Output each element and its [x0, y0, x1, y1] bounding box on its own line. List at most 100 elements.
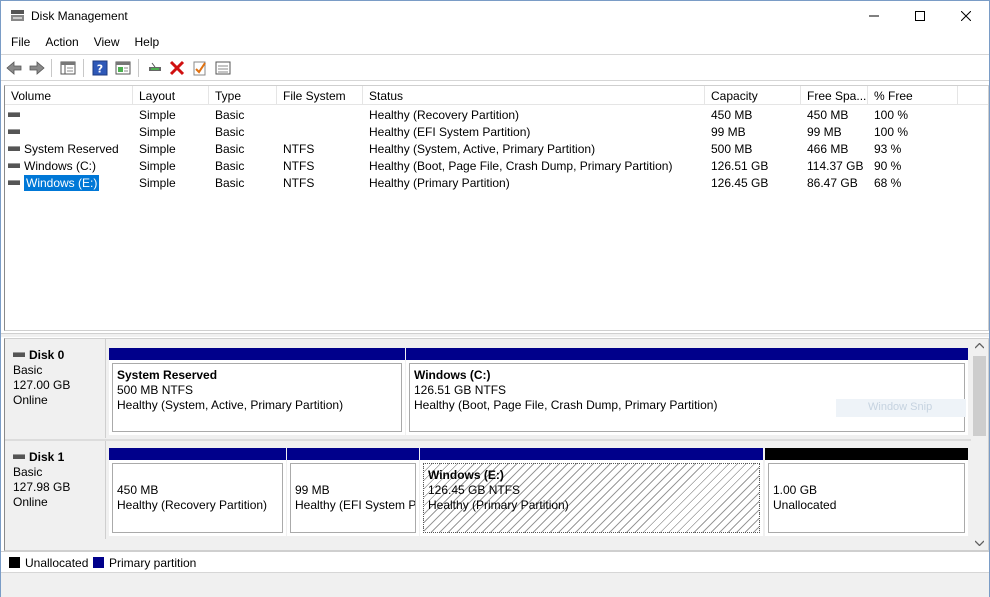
- toolbar-separator: [83, 59, 84, 77]
- partition-status: Healthy (System, Active, Primary Partiti…: [117, 398, 344, 412]
- properties-button[interactable]: [114, 59, 132, 77]
- column-header-volume[interactable]: Volume: [5, 86, 133, 105]
- partition-windows-c[interactable]: Windows (C:) 126.51 GB NTFS Healthy (Boo…: [406, 348, 968, 435]
- menu-file[interactable]: File: [1, 32, 37, 54]
- file-system-cell: NTFS: [283, 159, 315, 173]
- table-row[interactable]: Windows (C:) Simple Basic NTFS Healthy (…: [5, 157, 988, 174]
- back-arrow-icon: [6, 61, 22, 75]
- help-button[interactable]: ?: [91, 59, 109, 77]
- capacity-cell: 500 MB: [711, 142, 753, 156]
- volume-list: Volume Layout Type File System Status Ca…: [4, 85, 989, 331]
- primary-partition-legend-swatch: [93, 557, 104, 568]
- type-cell: Basic: [215, 125, 245, 139]
- disk-0-label[interactable]: Disk 0 Basic 127.00 GB Online: [5, 339, 106, 438]
- partition-size: 126.51 GB NTFS: [414, 383, 507, 397]
- capacity-cell: 450 MB: [711, 108, 753, 122]
- status-cell: Healthy (System, Active, Primary Partiti…: [369, 142, 596, 156]
- file-system-cell: [283, 106, 363, 123]
- scroll-down-icon[interactable]: [975, 540, 984, 546]
- type-cell: Basic: [215, 142, 245, 156]
- layout-cell: Simple: [139, 125, 176, 139]
- column-header-percent-free[interactable]: % Free: [868, 86, 958, 105]
- layout-cell: Simple: [139, 176, 176, 190]
- file-system-cell: NTFS: [283, 176, 315, 190]
- partition-system-reserved[interactable]: System Reserved 500 MB NTFS Healthy (Sys…: [109, 348, 405, 435]
- partition-size: 500 MB NTFS: [117, 383, 194, 397]
- disk-state: Online: [13, 393, 48, 407]
- minimize-button[interactable]: [851, 1, 897, 31]
- disk-graphical-view: Disk 0 Basic 127.00 GB Online System Res…: [4, 338, 989, 551]
- partition-size: 1.00 GB: [773, 483, 818, 497]
- show-hide-console-tree-button[interactable]: [59, 59, 77, 77]
- connect-button[interactable]: [146, 59, 164, 77]
- window-title: Disk Management: [31, 9, 128, 23]
- menu-bar: File Action View Help: [1, 32, 989, 54]
- toolbar-separator: [138, 59, 139, 77]
- free-space-cell: 466 MB: [807, 142, 849, 156]
- table-row[interactable]: Simple Basic Healthy (EFI System Partiti…: [5, 123, 988, 140]
- partition-size: 450 MB: [117, 483, 159, 497]
- svg-text:?: ?: [97, 63, 103, 76]
- disk-icon: [13, 352, 25, 358]
- column-header-free-space[interactable]: Free Spa...: [801, 86, 868, 105]
- table-row[interactable]: Simple Basic Healthy (Recovery Partition…: [5, 106, 988, 123]
- partition-efi-system[interactable]: 99 MB Healthy (EFI System Pa: [287, 448, 419, 536]
- volume-name: Windows (E:): [24, 175, 100, 191]
- percent-free-cell: 93 %: [874, 142, 902, 156]
- volume-name: Windows (C:): [24, 159, 97, 173]
- disk-name: Disk 0: [29, 348, 65, 362]
- volume-icon: [8, 129, 20, 135]
- column-header-layout[interactable]: Layout: [133, 86, 209, 105]
- column-header-capacity[interactable]: Capacity: [705, 86, 801, 105]
- disk-name: Disk 1: [29, 450, 65, 464]
- table-row-selected[interactable]: Windows (E:) Simple Basic NTFS Healthy (…: [5, 174, 988, 191]
- forward-arrow-icon: [29, 61, 45, 75]
- graphical-view-scrollbar[interactable]: [971, 339, 988, 550]
- partition-status: Healthy (Recovery Partition): [117, 498, 268, 512]
- layout-cell: Simple: [139, 108, 176, 122]
- volume-icon: [8, 163, 20, 169]
- checklist-button[interactable]: [191, 59, 209, 77]
- partition-size: 126.45 GB NTFS: [428, 483, 521, 497]
- column-header-file-system[interactable]: File System: [277, 86, 363, 105]
- help-icon: ?: [92, 60, 108, 76]
- close-button[interactable]: [943, 1, 989, 31]
- list-view-icon: [215, 61, 231, 75]
- window-snip-watermark: Window Snip: [836, 399, 966, 417]
- disk-management-window: Disk Management File Action View Help ?: [0, 0, 990, 597]
- column-header-status[interactable]: Status: [363, 86, 705, 105]
- list-view-button[interactable]: [214, 59, 232, 77]
- file-system-cell: [283, 123, 363, 140]
- menu-action[interactable]: Action: [37, 32, 85, 54]
- back-button[interactable]: [5, 59, 23, 77]
- scrollbar-thumb[interactable]: [973, 356, 986, 436]
- console-tree-icon: [60, 61, 76, 75]
- disk-management-app-icon: [11, 10, 24, 21]
- toolbar-separator: [51, 59, 52, 77]
- disk-1-label[interactable]: Disk 1 Basic 127.98 GB Online: [5, 441, 106, 539]
- file-system-cell: NTFS: [283, 142, 315, 156]
- status-cell: Healthy (Boot, Page File, Crash Dump, Pr…: [369, 159, 673, 173]
- type-cell: Basic: [215, 176, 245, 190]
- maximize-button[interactable]: [897, 1, 943, 31]
- partition-unallocated[interactable]: 1.00 GB Unallocated: [765, 448, 968, 536]
- free-space-cell: 450 MB: [807, 108, 849, 122]
- column-header-type[interactable]: Type: [209, 86, 277, 105]
- delete-button[interactable]: [168, 59, 186, 77]
- forward-button[interactable]: [28, 59, 46, 77]
- unallocated-bar: [765, 448, 968, 460]
- table-row[interactable]: System Reserved Simple Basic NTFS Health…: [5, 140, 988, 157]
- partition-recovery[interactable]: 450 MB Healthy (Recovery Partition): [109, 448, 286, 536]
- scroll-up-icon[interactable]: [975, 343, 984, 349]
- percent-free-cell: 100 %: [874, 108, 909, 122]
- status-cell: Healthy (Primary Partition): [369, 176, 510, 190]
- free-space-cell: 99 MB: [807, 125, 842, 139]
- plug-icon: [149, 62, 161, 71]
- partition-windows-e-selected[interactable]: Windows (E:) 126.45 GB NTFS Healthy (Pri…: [420, 448, 763, 536]
- menu-view[interactable]: View: [86, 32, 127, 54]
- menu-help[interactable]: Help: [127, 32, 167, 54]
- unallocated-legend-label: Unallocated: [25, 556, 89, 570]
- pane-splitter[interactable]: [1, 333, 989, 337]
- capacity-cell: 126.45 GB: [711, 176, 769, 190]
- layout-cell: Simple: [139, 142, 176, 156]
